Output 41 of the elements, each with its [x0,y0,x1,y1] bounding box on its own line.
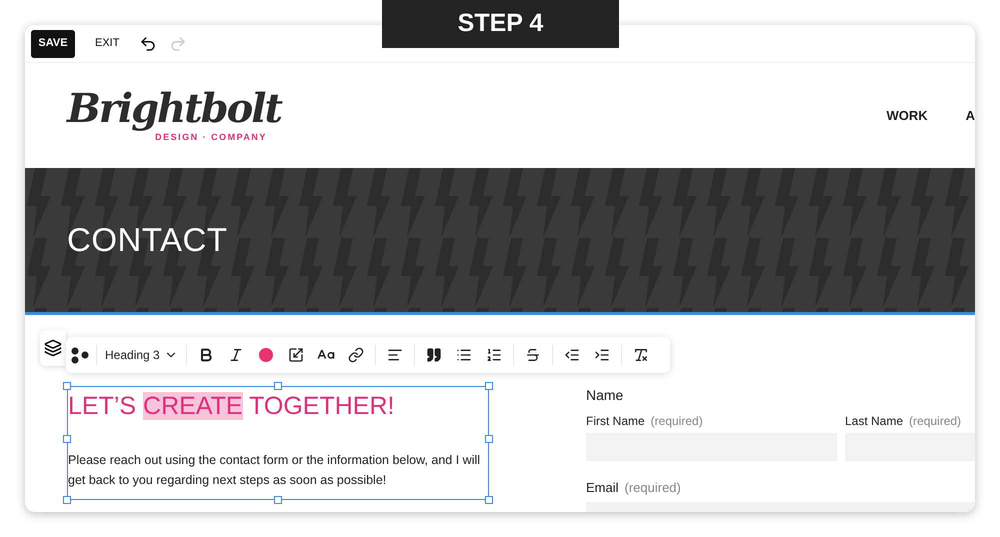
layers-icon [44,339,62,357]
align-left-icon [386,347,403,363]
link-icon [348,347,364,363]
required-hint: (required) [650,413,703,430]
resize-handle[interactable] [485,496,493,504]
quote-icon [426,347,442,363]
field-group-label: Name [586,386,624,405]
required-hint: (required) [909,413,962,430]
clear-format-icon [632,347,649,363]
resize-handle[interactable] [274,382,282,390]
resize-handle[interactable] [485,435,493,443]
section-heading[interactable]: LET’S CREATE TOGETHER! [68,387,488,425]
text-size-icon [288,347,304,363]
outdent-icon [564,347,580,363]
step-banner: STEP 4 [382,0,619,48]
field-label: Email [586,479,619,497]
resize-handle[interactable] [274,496,282,504]
strikethrough-icon [524,347,541,363]
nav-link[interactable]: A [966,106,975,126]
resize-handle[interactable] [63,496,71,504]
field-label: First Name [586,413,645,430]
required-hint: (required) [624,479,681,497]
logo-wordmark: Brightbolt [67,86,281,131]
italic-icon [228,347,244,363]
undo-icon[interactable] [139,34,158,52]
numbered-list-icon [486,347,502,363]
intro-paragraph: Please reach out using the contact form or the information below, and I will get back to you regarding next steps as soon as possible! [68,452,482,489]
resize-handle[interactable] [63,435,71,443]
style-dropdown[interactable]: Heading 3 [101,346,182,364]
field-label: Last Name [845,413,904,430]
resize-handle[interactable] [63,382,71,390]
text-color-swatch[interactable] [258,348,273,362]
indent-icon [594,347,610,363]
save-button[interactable]: SAVE [31,30,75,58]
page-title: CONTACT [67,220,228,260]
exit-button[interactable]: EXIT [87,35,128,52]
layers-button[interactable] [40,330,66,366]
nav-link[interactable]: WORK [886,106,928,126]
bullet-list-icon [456,347,472,363]
logo-tagline: DESIGN · COMPANY [155,131,267,144]
resize-handle[interactable] [485,382,493,390]
